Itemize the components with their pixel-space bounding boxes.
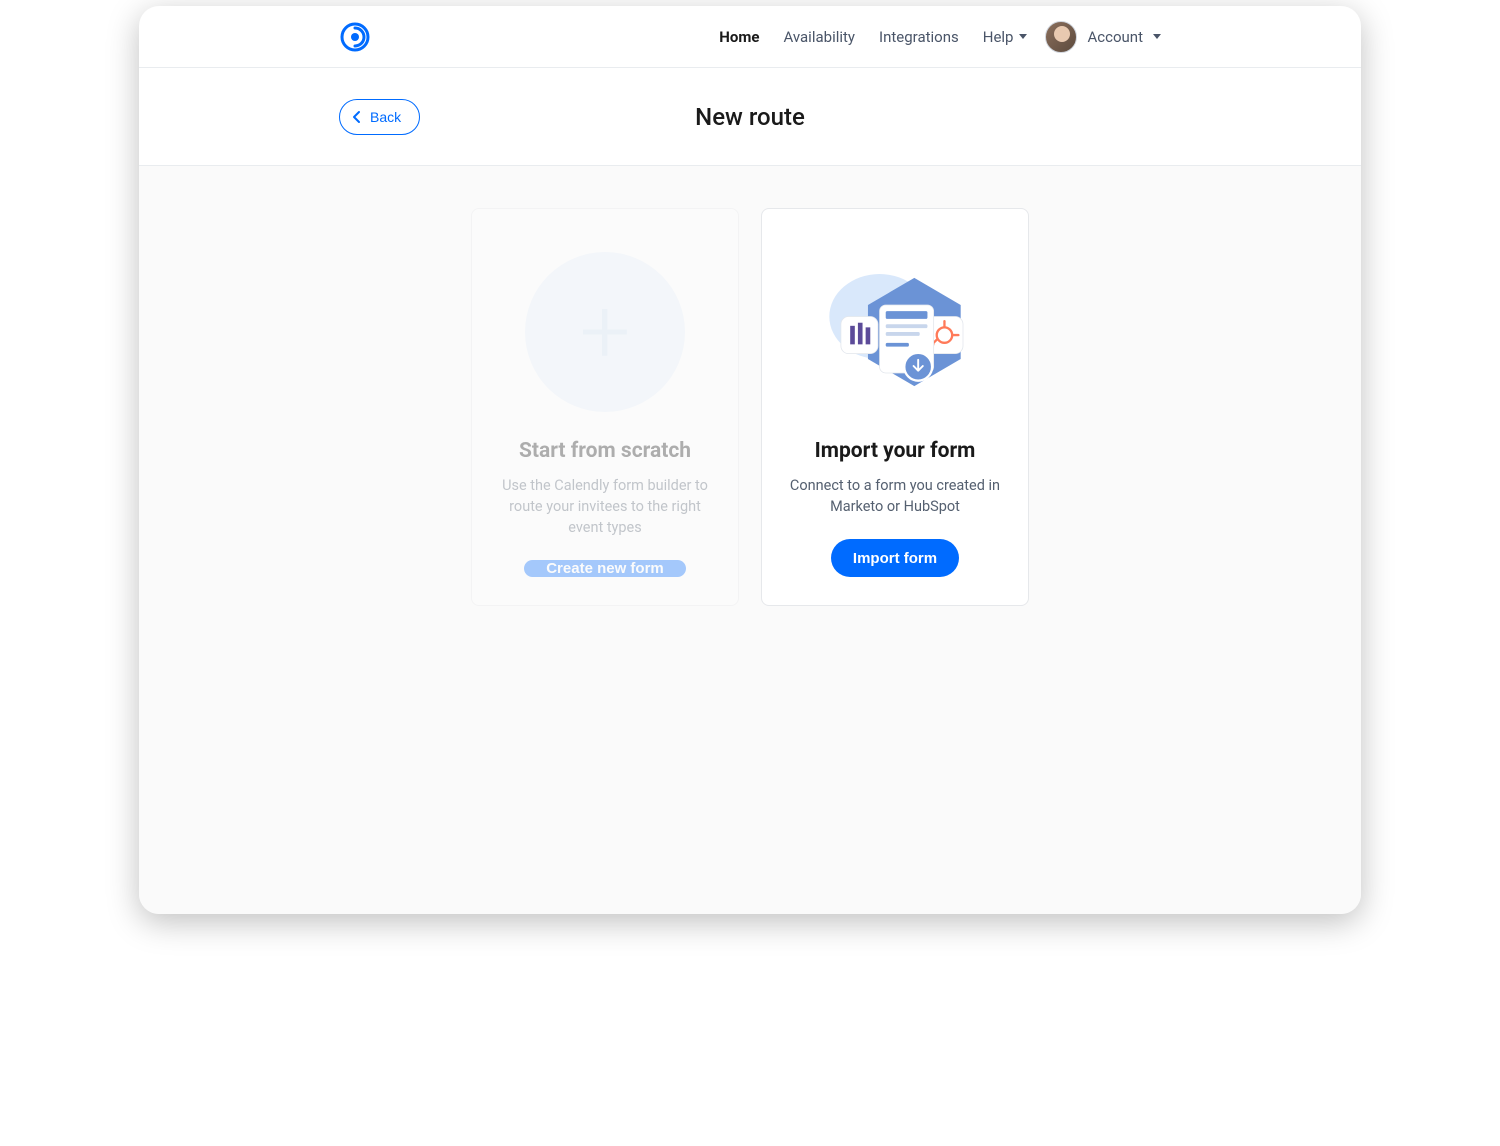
calendly-logo-icon[interactable] bbox=[339, 21, 371, 53]
nav-home[interactable]: Home bbox=[719, 28, 759, 46]
back-button-label: Back bbox=[370, 109, 401, 125]
nav-availability[interactable]: Availability bbox=[783, 28, 855, 46]
nav-help[interactable]: Help bbox=[983, 28, 1028, 46]
content-area: + Start from scratch Use the Calendly fo… bbox=[139, 166, 1361, 914]
chevron-down-icon bbox=[1019, 34, 1027, 39]
chevron-down-icon bbox=[1153, 34, 1161, 39]
nav-integrations[interactable]: Integrations bbox=[879, 28, 959, 46]
create-new-form-button[interactable]: Create new form bbox=[524, 560, 686, 577]
avatar bbox=[1045, 21, 1077, 53]
import-form-illustration bbox=[810, 247, 980, 417]
option-cards: + Start from scratch Use the Calendly fo… bbox=[139, 208, 1361, 606]
chevron-left-icon bbox=[352, 110, 362, 124]
card-start-from-scratch[interactable]: + Start from scratch Use the Calendly fo… bbox=[471, 208, 739, 606]
back-button[interactable]: Back bbox=[339, 99, 420, 135]
nav-links: Home Availability Integrations Help bbox=[719, 28, 1027, 46]
top-navbar: Home Availability Integrations Help Acco… bbox=[139, 6, 1361, 68]
account-label: Account bbox=[1087, 28, 1143, 46]
card-title: Import your form bbox=[815, 439, 976, 463]
nav-help-label: Help bbox=[983, 28, 1014, 46]
import-form-button[interactable]: Import form bbox=[831, 539, 959, 577]
page-title: New route bbox=[695, 103, 805, 131]
card-import-form[interactable]: Import your form Connect to a form you c… bbox=[761, 208, 1029, 606]
subheader: Back New route bbox=[139, 68, 1361, 166]
card-description: Use the Calendly form builder to route y… bbox=[496, 475, 714, 538]
card-description: Connect to a form you created in Marketo… bbox=[786, 475, 1004, 517]
card-title: Start from scratch bbox=[519, 439, 691, 463]
app-frame: Home Availability Integrations Help Acco… bbox=[139, 6, 1361, 914]
account-menu[interactable]: Account bbox=[1045, 21, 1161, 53]
plus-circle-icon: + bbox=[520, 247, 690, 417]
